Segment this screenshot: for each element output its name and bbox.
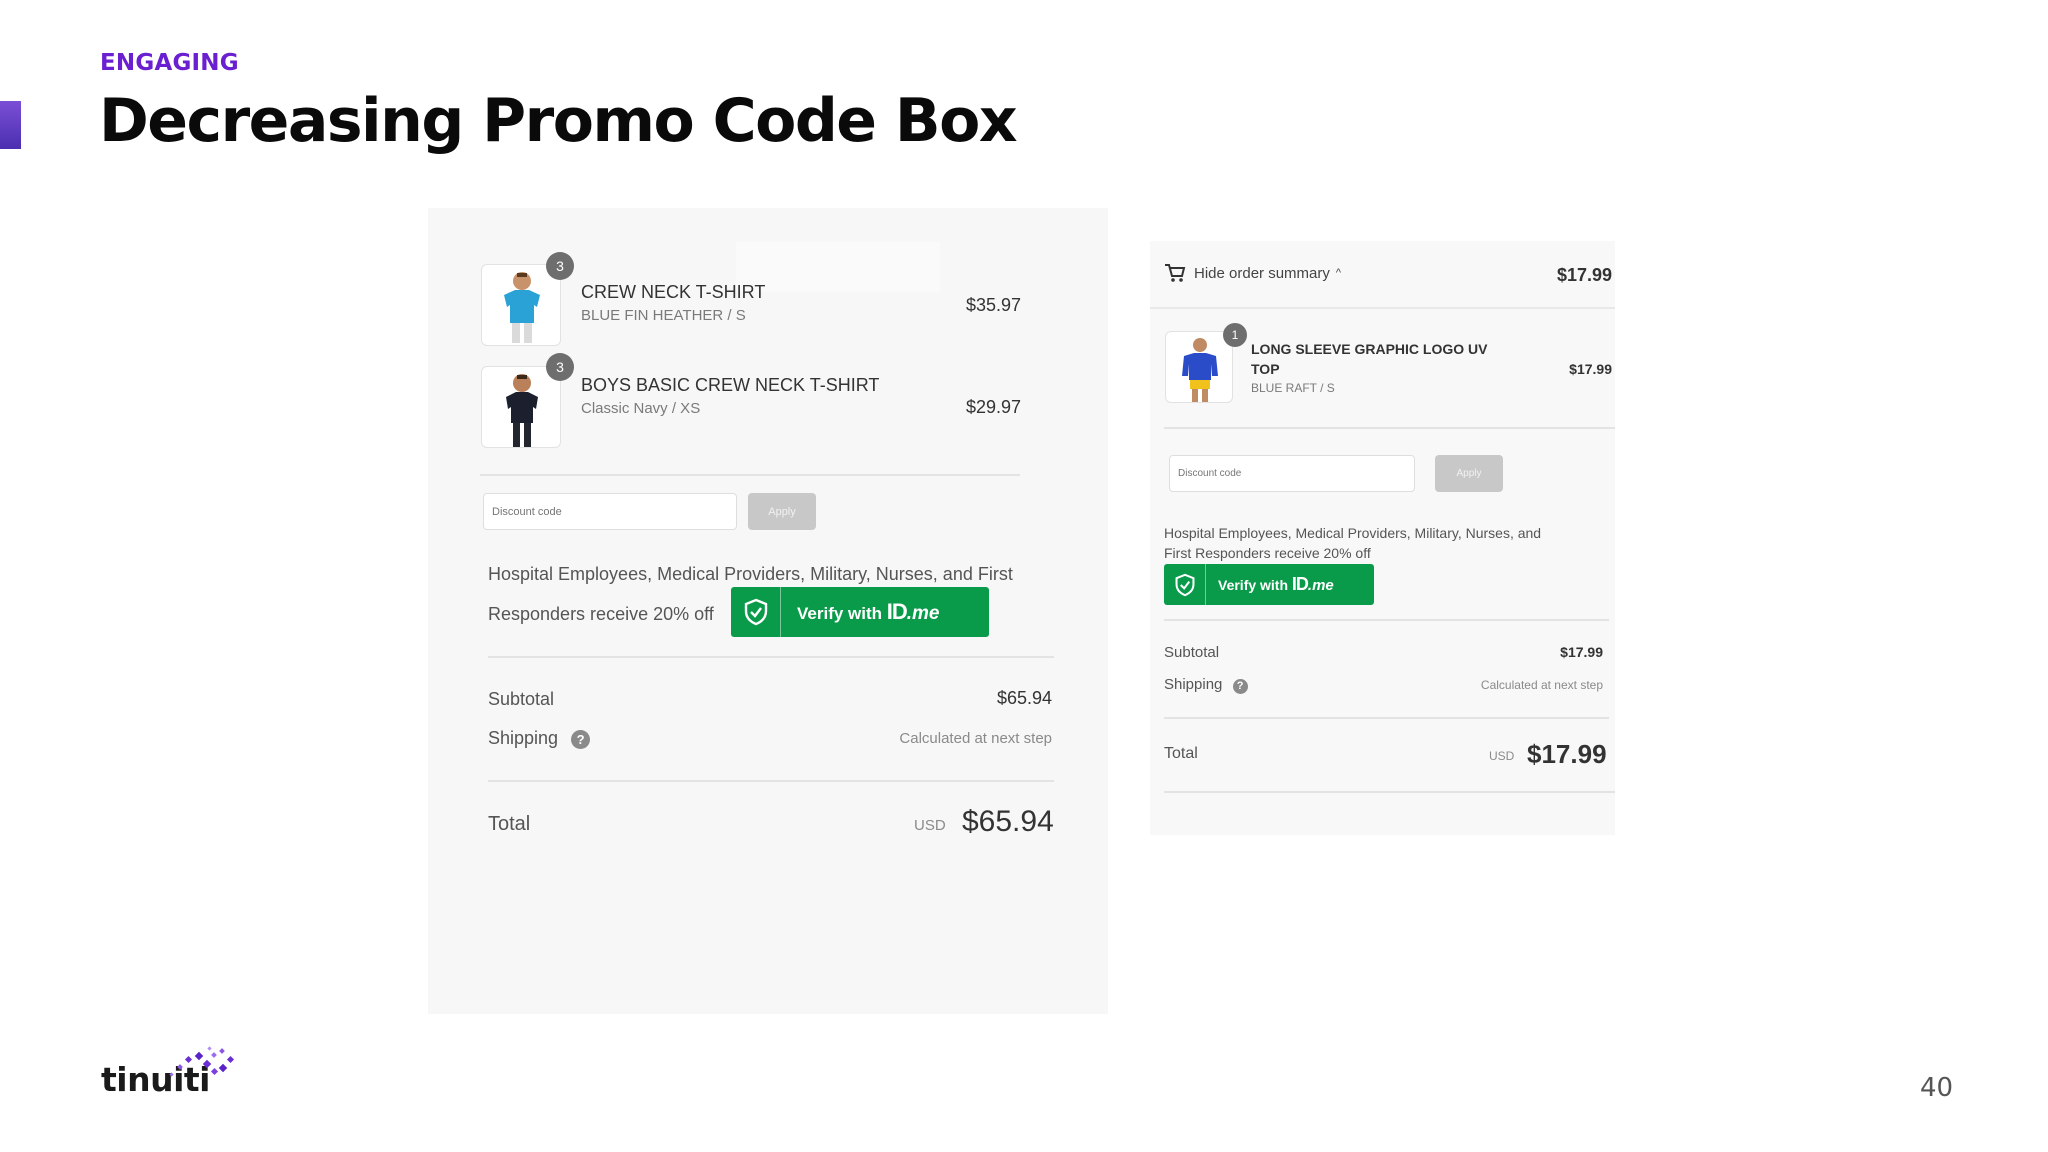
redaction-box: [736, 242, 940, 292]
verify-with-idme-button[interactable]: Verify with ID.me: [1164, 564, 1374, 605]
cart-icon: [1164, 263, 1186, 283]
product-variant: BLUE RAFT / S: [1251, 381, 1335, 395]
accent-bar: [0, 101, 21, 149]
shipping-value: Calculated at next step: [1480, 678, 1603, 692]
quantity-badge: 3: [546, 252, 574, 280]
page-number: 40: [1920, 1073, 1954, 1103]
shield-check-icon: [731, 587, 781, 637]
chevron-up-icon: ^: [1335, 267, 1342, 279]
divider: [488, 780, 1054, 782]
product-name: TOP: [1251, 361, 1280, 377]
order-summary-toggle[interactable]: Hide order summary ^: [1164, 263, 1341, 283]
shield-check-icon: [1164, 564, 1206, 605]
total-label: Total: [1164, 745, 1198, 762]
verify-label: Verify with ID.me: [797, 599, 940, 624]
promo-note-line: First Responders receive 20% off: [1164, 545, 1371, 561]
product-thumbnail: [1165, 331, 1233, 403]
product-price: $29.97: [966, 397, 1022, 417]
long-sleeve-model-image: [1182, 338, 1218, 402]
divider: [1164, 427, 1615, 429]
divider: [488, 656, 1054, 658]
discount-code-input[interactable]: [1169, 455, 1415, 492]
product-name: BOYS BASIC CREW NECK T-SHIRT: [581, 375, 880, 395]
apply-button[interactable]: Apply: [748, 493, 816, 530]
divider: [1164, 791, 1615, 793]
discount-code-input[interactable]: [483, 493, 737, 530]
help-icon[interactable]: ?: [571, 730, 591, 749]
shipping-label: Shipping ?: [488, 728, 591, 749]
apply-button[interactable]: Apply: [1435, 455, 1503, 492]
checkout-screenshot-left: 3 CREW NECK T-SHIRT BLUE FIN HEATHER / S…: [428, 208, 1108, 1014]
product-thumbnail: [481, 264, 561, 346]
shipping-label: Shipping ?: [1164, 676, 1248, 694]
promo-note-line: Hospital Employees, Medical Providers, M…: [488, 564, 1013, 584]
tshirt-model-image: [504, 272, 540, 343]
product-variant: BLUE FIN HEATHER / S: [581, 307, 746, 324]
divider: [1164, 619, 1609, 621]
divider: [1150, 307, 1615, 309]
product-name: LONG SLEEVE GRAPHIC LOGO UV: [1251, 341, 1488, 357]
product-price: $17.99: [1569, 361, 1612, 377]
promo-note-line: Hospital Employees, Medical Providers, M…: [1164, 525, 1542, 541]
tinuiti-infinity-logo-icon: [169, 1046, 235, 1077]
subtotal-value: $17.99: [1560, 644, 1603, 660]
product-price: $35.97: [966, 295, 1022, 315]
help-icon[interactable]: ?: [1232, 679, 1248, 694]
subtotal-label: Subtotal: [1164, 644, 1220, 661]
tshirt-model-image: [506, 374, 538, 447]
subtotal-label: Subtotal: [488, 689, 555, 709]
shipping-value: Calculated at next step: [899, 730, 1052, 747]
slide-eyebrow: ENGAGING: [100, 50, 239, 76]
divider: [1164, 717, 1609, 719]
subtotal-value: $65.94: [996, 688, 1052, 708]
product-name: CREW NECK T-SHIRT: [581, 282, 766, 302]
product-thumbnail: [481, 366, 561, 448]
verify-with-idme-button[interactable]: Verify with ID.me: [731, 587, 989, 637]
total-value: $17.99: [1527, 739, 1607, 769]
currency-code: USD: [914, 817, 946, 834]
product-variant: Classic Navy / XS: [581, 400, 701, 417]
promo-note-line: Responders receive 20% off: [488, 604, 714, 624]
divider: [480, 474, 1020, 476]
currency-code: USD: [1489, 749, 1515, 763]
quantity-badge: 1: [1223, 323, 1247, 347]
verify-label: Verify with ID.me: [1218, 574, 1334, 594]
slide-title: Decreasing Promo Code Box: [99, 86, 1018, 156]
checkout-screenshot-right: Hide order summary ^ $17.99 1 LONG SLEEV…: [1150, 241, 1615, 835]
summary-total: $17.99: [1556, 265, 1612, 285]
quantity-badge: 3: [546, 353, 574, 381]
total-label: Total: [488, 813, 531, 835]
total-value: $65.94: [962, 805, 1054, 838]
